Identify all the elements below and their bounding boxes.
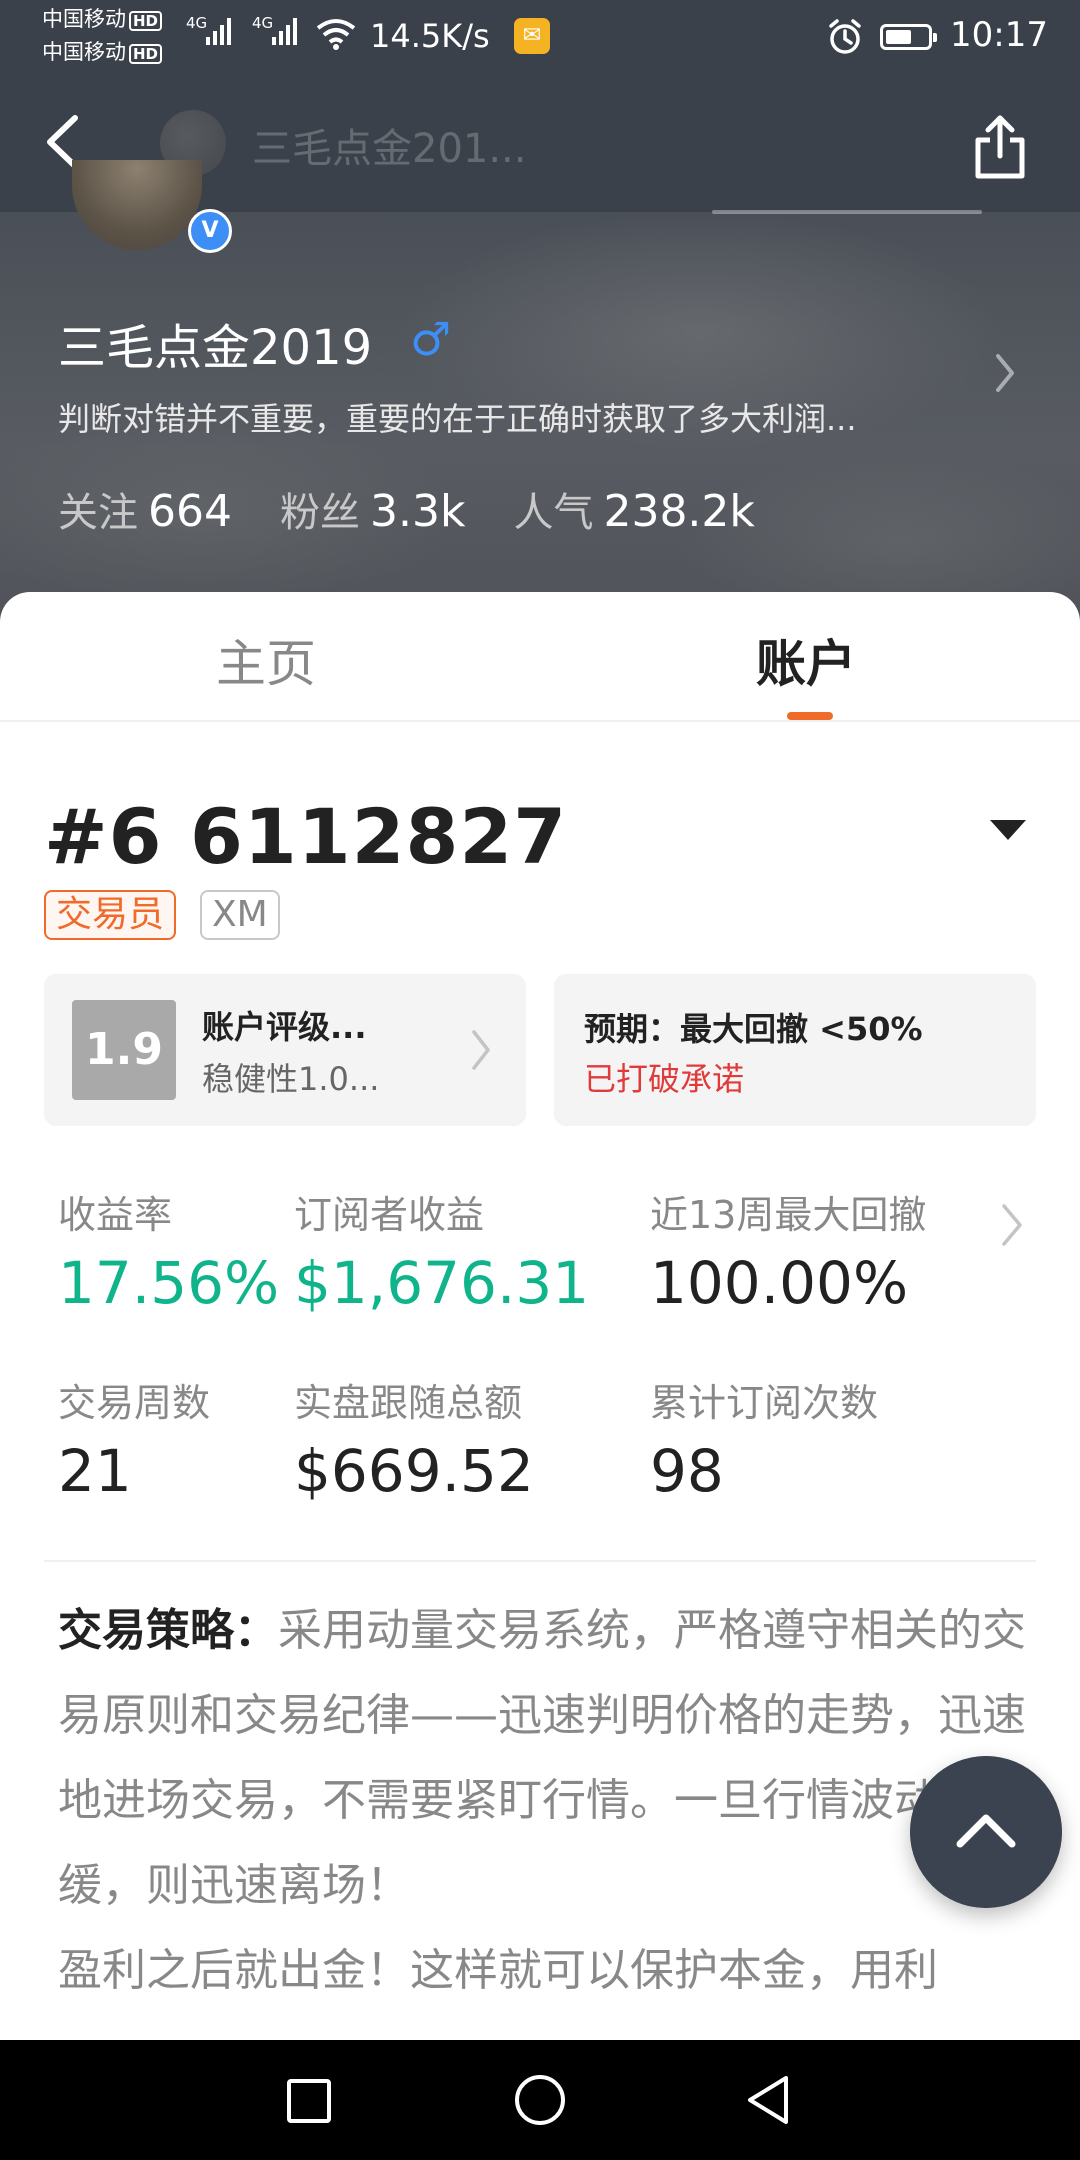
back-nav-button[interactable] <box>744 2074 792 2126</box>
home-button[interactable] <box>514 2074 566 2126</box>
nav-title: 三毛点金201... <box>252 126 527 172</box>
metric-value: 17.56% <box>58 1249 280 1317</box>
chevron-right-icon[interactable] <box>998 1200 1026 1250</box>
broker-tag: XM <box>200 890 280 940</box>
male-gender-icon: ♂ <box>410 312 452 366</box>
tab-home[interactable]: 主页 <box>216 624 316 696</box>
active-tab-indicator <box>787 712 833 720</box>
strategy-description: 交易策略：采用动量交易系统，严格遵守相关的交易原则和交易纪律——迅速判明价格的走… <box>58 1588 1028 2013</box>
rating-score: 1.9 <box>72 1000 176 1100</box>
metric-max-drawdown[interactable]: 近13周最大回撤 100.00% <box>650 1184 926 1317</box>
metric-label: 累计订阅次数 <box>650 1381 879 1425</box>
metric-return-rate: 收益率 17.56% <box>58 1184 279 1317</box>
network-type-2: 4G <box>252 14 274 32</box>
metric-value: 100.00% <box>650 1249 909 1317</box>
alarm-icon <box>829 19 861 54</box>
chevron-right-icon <box>472 1030 490 1070</box>
metric-label: 收益率 <box>58 1193 173 1237</box>
metric-subscriber-profit: 订阅者收益 $1,676.31 <box>294 1184 589 1317</box>
carrier-2: 中国移动 HD <box>42 40 163 64</box>
status-bar: 中国移动 HD 中国移动 HD 4G 4G 14.5K/s ✉ 10:17 <box>0 0 1080 72</box>
battery-icon <box>880 24 937 50</box>
network-speed: 14.5K/s <box>370 17 490 55</box>
profile-name: 三毛点金2019 <box>58 320 373 376</box>
stat-value: 238.2k <box>603 486 755 537</box>
clock: 10:17 <box>950 15 1048 55</box>
metric-value: 21 <box>58 1437 132 1505</box>
tab-account[interactable]: 账户 <box>756 624 856 696</box>
system-navigation-bar <box>0 2040 1080 2160</box>
metric-follow-total: 实盘跟随总额 $669.52 <box>294 1372 534 1505</box>
stat-label: 关注 <box>58 490 138 536</box>
trader-tag: 交易员 <box>44 890 177 940</box>
metric-subscription-count: 累计订阅次数 98 <box>650 1372 878 1505</box>
stat-value: 3.3k <box>369 486 466 537</box>
strategy-heading: 交易策略： <box>58 1605 278 1656</box>
expectation-title: 预期：最大回撤 <50% <box>584 1010 923 1048</box>
signal-icon-2 <box>272 18 297 45</box>
stat-popularity: 人气 238.2k <box>513 480 754 538</box>
chevron-right-icon[interactable] <box>990 348 1020 398</box>
hd-badge: HD <box>129 44 163 64</box>
stat-label: 人气 <box>513 490 594 536</box>
strategy-text-2: 盈利之后就出金！这样就可以保护本金，用利 <box>58 1945 938 1996</box>
account-number: #6 6112827 <box>44 792 568 881</box>
follow-button-edge <box>712 210 982 214</box>
signal-icon <box>206 18 231 45</box>
account-rating-card[interactable]: 1.9 账户评级... 稳健性1.0... <box>44 974 526 1126</box>
metric-label: 交易周数 <box>58 1381 211 1425</box>
carrier-2-label: 中国移动 <box>42 40 126 64</box>
hd-badge: HD <box>129 11 163 31</box>
stat-following[interactable]: 关注 664 <box>58 480 232 538</box>
carrier-1-label: 中国移动 <box>42 7 126 31</box>
tab-bar: 主页 账户 <box>0 592 1080 722</box>
profile-stats: 关注 664 粉丝 3.3k 人气 238.2k <box>58 480 755 538</box>
profile-bio[interactable]: 判断对错并不重要，重要的在于正确时获取了多大利润... <box>58 394 857 440</box>
verified-badge-icon: V <box>188 209 232 253</box>
metric-trading-weeks: 交易周数 21 <box>58 1372 210 1505</box>
rating-subtitle: 稳健性1.0... <box>202 1060 380 1098</box>
metric-label: 订阅者收益 <box>294 1193 485 1237</box>
stat-label: 粉丝 <box>279 490 360 536</box>
metric-label: 近13周最大回撤 <box>650 1193 927 1237</box>
expectation-card: 预期：最大回撤 <50% 已打破承诺 <box>554 974 1036 1126</box>
metric-label: 实盘跟随总额 <box>294 1381 523 1425</box>
expectation-status: 已打破承诺 <box>584 1060 745 1098</box>
stat-value: 664 <box>148 486 232 537</box>
stat-followers[interactable]: 粉丝 3.3k <box>280 480 465 538</box>
carrier-1: 中国移动 HD <box>42 7 163 31</box>
metric-value: $669.52 <box>294 1437 534 1505</box>
rating-title: 账户评级... <box>202 1008 367 1046</box>
mail-notification-icon: ✉ <box>514 18 550 54</box>
share-button[interactable] <box>970 112 1030 182</box>
account-dropdown-icon[interactable] <box>986 814 1030 844</box>
scroll-to-top-button[interactable] <box>910 1756 1062 1908</box>
network-type: 4G <box>186 14 208 32</box>
wifi-icon <box>316 19 356 50</box>
metric-value: 98 <box>650 1437 724 1505</box>
recent-apps-button[interactable] <box>286 2078 332 2124</box>
metric-value: $1,676.31 <box>294 1249 590 1317</box>
divider <box>44 1560 1036 1562</box>
